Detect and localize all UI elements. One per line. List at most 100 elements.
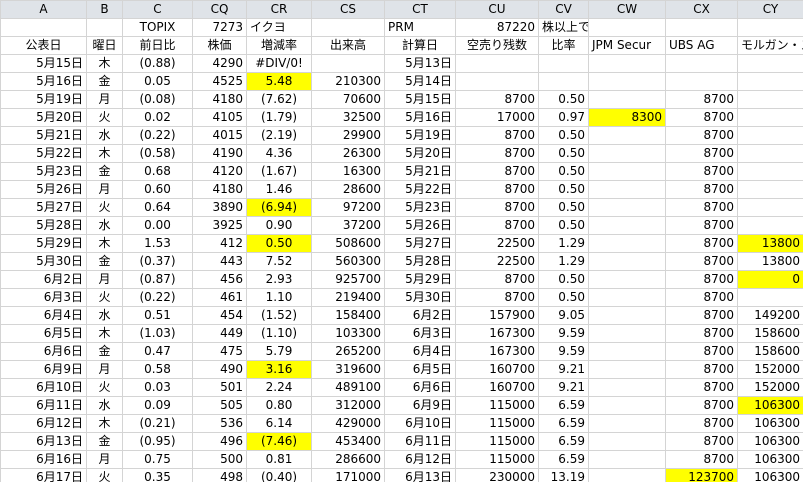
cell-price[interactable]: 4105 bbox=[192, 108, 247, 127]
cell-change-rate[interactable]: 0.90 bbox=[246, 216, 312, 235]
cell-change-rate[interactable]: 5.48 bbox=[246, 72, 312, 91]
cell-calc-date[interactable]: 5月30日 bbox=[384, 288, 456, 307]
cell-morgan[interactable] bbox=[737, 54, 803, 73]
cell-jpm[interactable] bbox=[588, 198, 666, 217]
cell-date[interactable]: 5月21日 bbox=[0, 126, 87, 145]
column-header-calc-date[interactable]: CT bbox=[384, 0, 456, 19]
cell-weekday[interactable]: 火 bbox=[86, 378, 123, 397]
cell-weekday[interactable]: 水 bbox=[86, 306, 123, 325]
cell-date[interactable]: 5月30日 bbox=[0, 252, 87, 271]
cell-change-rate[interactable]: #DIV/0! bbox=[246, 54, 312, 73]
cell-ubs[interactable]: 123700 bbox=[665, 468, 738, 482]
cell-ubs[interactable]: 8700 bbox=[665, 414, 738, 433]
cell-price[interactable]: 4015 bbox=[192, 126, 247, 145]
cell-date[interactable]: 6月17日 bbox=[0, 468, 87, 482]
cell-topix-change[interactable]: (0.22) bbox=[122, 288, 193, 307]
cell-short-shares[interactable]: 8700 bbox=[455, 144, 539, 163]
column-header-ratio[interactable]: CV bbox=[538, 0, 589, 19]
cell-change-rate[interactable]: 1.10 bbox=[246, 288, 312, 307]
cell-date[interactable]: 5月23日 bbox=[0, 162, 87, 181]
column-header-date[interactable]: A bbox=[0, 0, 87, 19]
cell-date[interactable]: 5月20日 bbox=[0, 108, 87, 127]
cell-jpm[interactable] bbox=[588, 54, 666, 73]
cell-weekday[interactable]: 木 bbox=[86, 324, 123, 343]
cell-calc-date[interactable]: 5月13日 bbox=[384, 54, 456, 73]
cell-short-shares[interactable]: 22500 bbox=[455, 252, 539, 271]
cell-topix-change[interactable]: (1.03) bbox=[122, 324, 193, 343]
cell-weekday[interactable]: 火 bbox=[86, 288, 123, 307]
column-header-topix-change[interactable]: C bbox=[122, 0, 193, 19]
cell-date[interactable]: 6月13日 bbox=[0, 432, 87, 451]
cell-calc-date[interactable]: 5月21日 bbox=[384, 162, 456, 181]
cell-volume[interactable]: 265200 bbox=[311, 342, 385, 361]
cell-date[interactable]: 5月27日 bbox=[0, 198, 87, 217]
cell-price[interactable]: 4180 bbox=[192, 90, 247, 109]
header-cell-volume[interactable]: 出来高 bbox=[311, 36, 385, 55]
cell-weekday[interactable]: 月 bbox=[86, 270, 123, 289]
cell-ratio[interactable]: 9.59 bbox=[538, 324, 589, 343]
cell-ratio[interactable] bbox=[538, 72, 589, 91]
cell-topix-change[interactable]: 0.47 bbox=[122, 342, 193, 361]
cell-ubs[interactable]: 8700 bbox=[665, 450, 738, 469]
cell-change-rate[interactable]: (7.62) bbox=[246, 90, 312, 109]
cell-calc-date[interactable]: 6月11日 bbox=[384, 432, 456, 451]
cell-date[interactable]: 6月12日 bbox=[0, 414, 87, 433]
cell-calc-date[interactable]: 5月16日 bbox=[384, 108, 456, 127]
cell-morgan[interactable]: 106300 bbox=[737, 450, 803, 469]
header-cell-ratio[interactable]: 比率 bbox=[538, 36, 589, 55]
cell-topix-change[interactable]: 0.68 bbox=[122, 162, 193, 181]
cell-morgan[interactable] bbox=[737, 180, 803, 199]
cell-ubs[interactable]: 8700 bbox=[665, 90, 738, 109]
cell-date[interactable]: 5月15日 bbox=[0, 54, 87, 73]
cell-short-shares[interactable]: 8700 bbox=[455, 288, 539, 307]
header-cell-calc-date[interactable]: 計算日 bbox=[384, 36, 456, 55]
cell-weekday[interactable]: 水 bbox=[86, 216, 123, 235]
column-header-short-shares[interactable]: CU bbox=[455, 0, 539, 19]
cell-ratio[interactable]: 1.29 bbox=[538, 252, 589, 271]
cell-volume[interactable]: 319600 bbox=[311, 360, 385, 379]
cell-short-shares[interactable]: 115000 bbox=[455, 432, 539, 451]
cell-volume[interactable]: 16300 bbox=[311, 162, 385, 181]
cell-jpm[interactable] bbox=[588, 270, 666, 289]
cell-price[interactable]: 4180 bbox=[192, 180, 247, 199]
cell-calc-date[interactable]: 6月4日 bbox=[384, 342, 456, 361]
header-cell-topix-change[interactable]: 前日比 bbox=[122, 36, 193, 55]
cell-price[interactable]: 505 bbox=[192, 396, 247, 415]
header-cell-weekday[interactable]: 曜日 bbox=[86, 36, 123, 55]
cell-morgan[interactable]: 158600 bbox=[737, 342, 803, 361]
cell-calc-date[interactable]: 6月5日 bbox=[384, 360, 456, 379]
cell-short-shares[interactable]: 167300 bbox=[455, 324, 539, 343]
cell-ubs[interactable]: 8700 bbox=[665, 306, 738, 325]
cell-price[interactable]: 4290 bbox=[192, 54, 247, 73]
cell-price[interactable]: 456 bbox=[192, 270, 247, 289]
cell-topix-change[interactable]: (0.37) bbox=[122, 252, 193, 271]
cell-morgan[interactable] bbox=[737, 288, 803, 307]
cell-date[interactable]: 5月26日 bbox=[0, 180, 87, 199]
cell-change-rate[interactable]: 6.14 bbox=[246, 414, 312, 433]
cell-jpm[interactable] bbox=[588, 252, 666, 271]
cell-morgan[interactable]: 152000 bbox=[737, 360, 803, 379]
cell-date[interactable]: 5月16日 bbox=[0, 72, 87, 91]
cell-change-rate[interactable]: 7.52 bbox=[246, 252, 312, 271]
cell-ubs[interactable]: 8700 bbox=[665, 252, 738, 271]
cell-volume[interactable]: 158400 bbox=[311, 306, 385, 325]
cell-volume[interactable]: 32500 bbox=[311, 108, 385, 127]
cell-jpm[interactable] bbox=[588, 378, 666, 397]
cell-morgan[interactable] bbox=[737, 90, 803, 109]
info-cell-ratio[interactable]: 株以上で報告 bbox=[538, 18, 589, 37]
cell-topix-change[interactable]: 1.53 bbox=[122, 234, 193, 253]
cell-price[interactable]: 3890 bbox=[192, 198, 247, 217]
cell-date[interactable]: 6月10日 bbox=[0, 378, 87, 397]
cell-price[interactable]: 4525 bbox=[192, 72, 247, 91]
cell-date[interactable]: 5月22日 bbox=[0, 144, 87, 163]
cell-jpm[interactable] bbox=[588, 396, 666, 415]
cell-topix-change[interactable]: 0.64 bbox=[122, 198, 193, 217]
cell-date[interactable]: 5月19日 bbox=[0, 90, 87, 109]
cell-weekday[interactable]: 水 bbox=[86, 126, 123, 145]
cell-short-shares[interactable] bbox=[455, 54, 539, 73]
cell-weekday[interactable]: 木 bbox=[86, 414, 123, 433]
cell-topix-change[interactable]: 0.60 bbox=[122, 180, 193, 199]
cell-date[interactable]: 6月16日 bbox=[0, 450, 87, 469]
cell-morgan[interactable] bbox=[737, 126, 803, 145]
cell-volume[interactable]: 429000 bbox=[311, 414, 385, 433]
